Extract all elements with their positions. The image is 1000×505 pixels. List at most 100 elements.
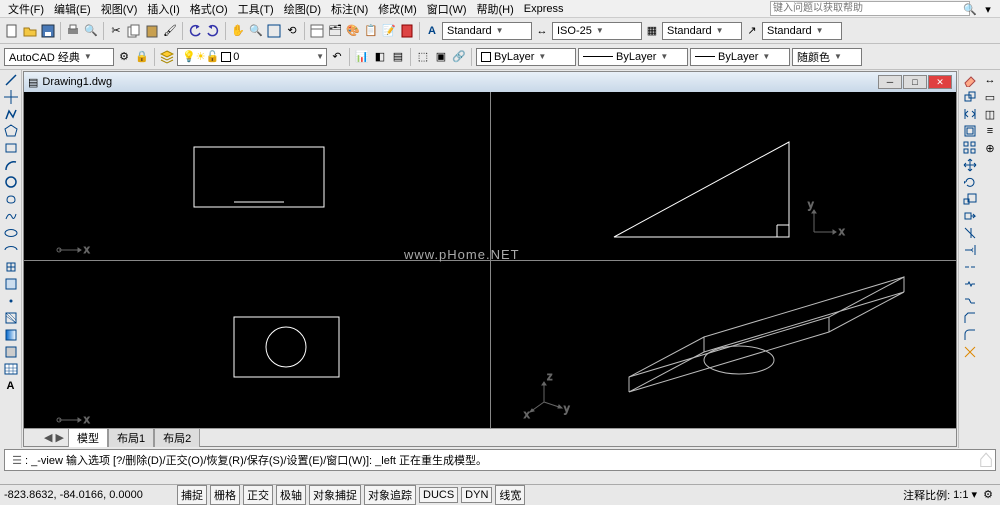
layer-match-icon[interactable]: ▤ [390, 49, 406, 65]
anno-scale-value[interactable]: 1:1 [953, 489, 968, 501]
maximize-button[interactable]: □ [903, 75, 927, 89]
copy-icon[interactable] [126, 23, 142, 39]
pan-icon[interactable]: ✋ [230, 23, 246, 39]
match-icon[interactable]: 🖌 [162, 23, 178, 39]
polygon-icon[interactable] [3, 123, 19, 139]
region-icon[interactable] [3, 344, 19, 360]
move-icon[interactable] [962, 157, 978, 173]
design-center-icon[interactable]: 🗂 [327, 23, 343, 39]
table-style-combo[interactable]: Standard▼ [662, 22, 742, 40]
zoom-prev-icon[interactable]: ⟲ [284, 23, 300, 39]
layer-state-icon[interactable]: 📊 [354, 49, 370, 65]
break-icon[interactable] [962, 259, 978, 275]
menu-tools[interactable]: 工具(T) [234, 0, 278, 18]
preview-icon[interactable]: 🔍 [83, 23, 99, 39]
menu-insert[interactable]: 插入(I) [143, 0, 183, 18]
help-search-input[interactable] [770, 1, 970, 16]
offset-icon[interactable] [962, 123, 978, 139]
xline-icon[interactable] [3, 89, 19, 105]
dropdown-icon[interactable]: ▾ [980, 1, 996, 17]
line-icon[interactable] [3, 72, 19, 88]
open-icon[interactable] [22, 23, 38, 39]
circle-icon[interactable] [3, 174, 19, 190]
menu-view[interactable]: 视图(V) [97, 0, 142, 18]
hatch-icon[interactable] [3, 310, 19, 326]
search-icon[interactable]: 🔍 [962, 1, 978, 17]
join-icon[interactable] [962, 293, 978, 309]
chamfer-icon[interactable] [962, 310, 978, 326]
paste-icon[interactable] [144, 23, 160, 39]
save-icon[interactable] [40, 23, 56, 39]
create-block-icon[interactable]: ▣ [433, 49, 449, 65]
distance-icon[interactable]: ↔ [982, 72, 998, 88]
lineweight-combo[interactable]: ByLayer▼ [690, 48, 790, 66]
gradient-icon[interactable] [3, 327, 19, 343]
dim-style-icon[interactable]: ↔ [534, 23, 550, 39]
new-icon[interactable] [4, 23, 20, 39]
explode-icon[interactable] [962, 344, 978, 360]
dyn-toggle[interactable]: DYN [461, 487, 492, 503]
workspace-lock-icon[interactable]: 🔒 [134, 49, 150, 65]
menu-express[interactable]: Express [520, 2, 568, 16]
plotstyle-combo[interactable]: 随颜色▼ [792, 48, 862, 66]
fillet-icon[interactable] [962, 327, 978, 343]
stretch-icon[interactable] [962, 208, 978, 224]
linetype-combo[interactable]: ByLayer▼ [578, 48, 688, 66]
menu-draw[interactable]: 绘图(D) [280, 0, 325, 18]
xref-icon[interactable]: 🔗 [451, 49, 467, 65]
dim-style-combo[interactable]: ISO-25▼ [552, 22, 642, 40]
redo-icon[interactable] [205, 23, 221, 39]
text-style-icon[interactable]: A [424, 23, 440, 39]
zoom-window-icon[interactable] [266, 23, 282, 39]
markup-icon[interactable]: 📝 [381, 23, 397, 39]
menu-format[interactable]: 格式(O) [186, 0, 232, 18]
point-icon[interactable] [3, 293, 19, 309]
scale-icon[interactable] [962, 191, 978, 207]
mtext-icon[interactable]: A [3, 378, 19, 394]
spline-icon[interactable] [3, 208, 19, 224]
text-style-combo[interactable]: Standard▼ [442, 22, 532, 40]
layer-manager-icon[interactable] [159, 49, 175, 65]
workspace-combo[interactable]: AutoCAD 经典▼ [4, 48, 114, 66]
arc-icon[interactable] [3, 157, 19, 173]
close-button[interactable]: ✕ [928, 75, 952, 89]
anno-scale-dropdown-icon[interactable]: ▾ [971, 488, 977, 501]
table-icon[interactable] [3, 361, 19, 377]
color-combo[interactable]: ByLayer▼ [476, 48, 576, 66]
ellipse-arc-icon[interactable] [3, 242, 19, 258]
zoom-icon[interactable]: 🔍 [248, 23, 264, 39]
erase-icon[interactable] [962, 72, 978, 88]
array-icon[interactable] [962, 140, 978, 156]
calc-icon[interactable] [399, 23, 415, 39]
mirror-icon[interactable] [962, 106, 978, 122]
layer-combo[interactable]: 💡 ☀ 🔓 0▼ [177, 48, 327, 66]
ducs-toggle[interactable]: DUCS [419, 487, 458, 503]
rotate-icon[interactable] [962, 174, 978, 190]
cut-icon[interactable]: ✂ [108, 23, 124, 39]
copy-obj-icon[interactable] [962, 89, 978, 105]
properties-icon[interactable] [309, 23, 325, 39]
make-block-icon[interactable] [3, 276, 19, 292]
polyline-icon[interactable] [3, 106, 19, 122]
sheet-icon[interactable]: 📋 [363, 23, 379, 39]
minimize-button[interactable]: ─ [878, 75, 902, 89]
extend-icon[interactable] [962, 242, 978, 258]
workspace-settings-icon[interactable]: ⚙ [116, 49, 132, 65]
revcloud-icon[interactable] [3, 191, 19, 207]
mleader-style-icon[interactable]: ↗ [744, 23, 760, 39]
viewport-area[interactable]: x x y x [24, 92, 956, 428]
menu-window[interactable]: 窗口(W) [423, 0, 471, 18]
trim-icon[interactable] [962, 225, 978, 241]
rectangle-icon[interactable] [3, 140, 19, 156]
region-tool-icon[interactable]: ◫ [982, 106, 998, 122]
area-icon[interactable]: ▭ [982, 89, 998, 105]
table-style-icon[interactable]: ▦ [644, 23, 660, 39]
locate-icon[interactable]: ⊕ [982, 140, 998, 156]
command-line[interactable]: ☰ : _-view 输入选项 [?/删除(D)/正交(O)/恢复(R)/保存(… [4, 449, 996, 471]
print-icon[interactable] [65, 23, 81, 39]
ellipse-icon[interactable] [3, 225, 19, 241]
menu-modify[interactable]: 修改(M) [374, 0, 421, 18]
block-insert-icon[interactable] [3, 259, 19, 275]
status-extra-icon[interactable]: ⚙ [980, 487, 996, 503]
list-icon[interactable]: ≡ [982, 123, 998, 139]
